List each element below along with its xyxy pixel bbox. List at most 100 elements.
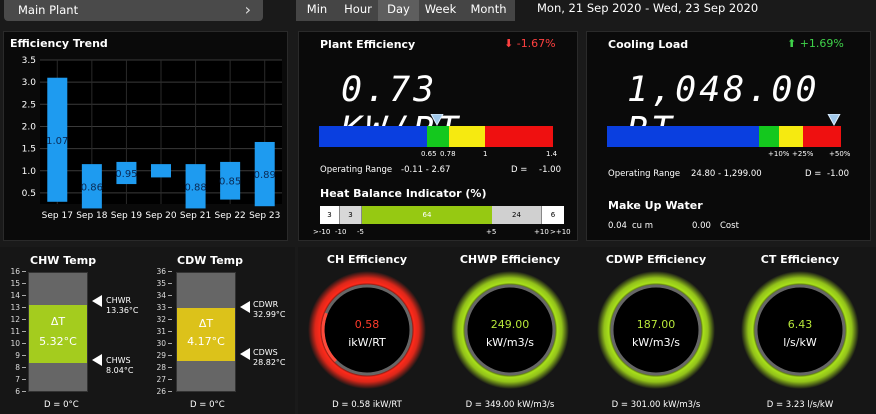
cl-scale-label-0: +10%	[768, 150, 790, 158]
temp-axis-tick: 32	[156, 315, 166, 324]
temp-axis-tick-mark	[22, 367, 26, 368]
gauge-d-value: D = 0.58 ikW/RT	[332, 400, 402, 410]
chw-delta-label: ΔT	[50, 315, 66, 328]
plant-selector-label: Main Plant	[18, 3, 79, 17]
gauge-value: 6.43	[787, 318, 813, 331]
trend-y-tick: 0.5	[22, 189, 36, 199]
gauge-value: 0.58	[354, 318, 380, 331]
cdw-temp-gauge: ΔT 4.17°C	[176, 272, 236, 392]
tab-hour[interactable]: Hour	[338, 0, 378, 21]
gauge-title: CH Efficiency	[326, 253, 408, 266]
gauge-title: CDWP Efficiency	[605, 253, 707, 266]
plant-efficiency-change-value: -1.67%	[516, 37, 556, 50]
trend-x-tick: Sep 23	[249, 211, 280, 221]
temp-axis-tick-mark	[168, 283, 172, 284]
trend-y-tick: 2.5	[22, 100, 36, 110]
cdws-name: CDWS	[253, 348, 278, 357]
trend-x-tick: Sep 22	[215, 211, 246, 221]
gauge-title: CHWP Efficiency	[459, 253, 561, 266]
cl-operating-range-value: 24.80 - 1,299.00	[691, 169, 762, 179]
hb-tick-2: -5	[357, 228, 364, 236]
trend-bar[interactable]	[151, 164, 171, 178]
trend-y-tick: 2.0	[22, 122, 37, 132]
gauge-unit: l/s/kW	[783, 336, 817, 349]
trend-bar-label: 0.88	[184, 182, 206, 193]
temp-axis-tick-mark	[22, 295, 26, 296]
gauge-value: 187.00	[636, 318, 676, 331]
trend-x-tick: Sep 18	[76, 211, 108, 221]
make-up-water-title: Make Up Water	[608, 199, 703, 212]
gauge-d-value: D = 349.00 kW/m3/s	[465, 400, 555, 410]
cdws-value: 28.82°C	[253, 358, 286, 367]
scale-label-2: 1	[483, 150, 488, 158]
cooling-load-panel: Cooling Load ⬆ +1.69% 1,048.00 RT +10% +…	[586, 31, 871, 241]
temp-axis-tick-mark	[22, 391, 26, 392]
cdw-delta-value: 4.17°C	[187, 335, 225, 348]
cl-operating-range-label: Operating Range	[608, 169, 681, 179]
temp-axis-tick-mark	[168, 331, 172, 332]
trend-x-tick: Sep 21	[180, 211, 211, 221]
temp-axis-tick: 31	[156, 327, 166, 336]
cdws-pointer-icon	[240, 348, 250, 360]
gauge-d-value: D = 3.23 l/s/kW	[766, 400, 834, 410]
temp-axis-tick-mark	[168, 307, 172, 308]
gauge-value: 249.00	[490, 318, 530, 331]
date-range: Mon, 21 Sep 2020 - Wed, 23 Sep 2020	[537, 1, 759, 15]
temp-axis-tick: 13	[10, 303, 20, 312]
d-value: -1.00	[539, 165, 561, 175]
cl-d-value: -1.00	[827, 169, 849, 179]
trend-x-tick: Sep 20	[145, 211, 177, 221]
cdw-d-value: D = 0°C	[190, 400, 225, 410]
trend-y-tick: 1.0	[22, 167, 37, 177]
hb-cell-0: 3	[320, 206, 340, 224]
chws-value: 8.04°C	[106, 366, 134, 375]
cooling-load-title: Cooling Load	[608, 38, 689, 51]
chw-temp-axis: 16 15 14 13 12 11 10 9 8 7 6	[2, 267, 26, 396]
temp-axis-tick: 11	[10, 327, 20, 336]
temp-axis-tick: 28	[156, 363, 166, 372]
temp-axis-tick: 36	[156, 267, 166, 276]
efficiency-trend-chart: 3.5 3.0 2.5 2.0 1.5 1.0 0.5 1.07 Sep 17 0.86 Sep 1…	[22, 56, 282, 221]
trend-bar-label: 0.86	[81, 182, 103, 193]
temp-axis-tick: 26	[156, 387, 166, 396]
temp-axis-tick-mark	[168, 379, 172, 380]
temp-axis-tick: 8	[15, 363, 20, 372]
temp-axis-tick: 35	[156, 279, 166, 288]
temp-axis-tick-mark	[168, 271, 172, 272]
temp-axis-tick-mark	[22, 379, 26, 380]
operating-range-label: Operating Range	[320, 165, 393, 175]
trend-y-tick: 1.5	[22, 145, 36, 155]
trend-bar-label: 0.89	[254, 170, 276, 181]
temp-axis-tick: 9	[15, 351, 20, 360]
gauge-unit: kW/m3/s	[631, 336, 681, 349]
trend-x-tick: Sep 19	[111, 211, 143, 221]
make-up-water-value: 0.04	[608, 221, 627, 231]
hb-cell-4: 6	[542, 206, 564, 224]
temp-axis-tick: 29	[156, 351, 166, 360]
plant-efficiency-title: Plant Efficiency	[320, 38, 416, 51]
cooling-load-change-value: +1.69%	[799, 37, 844, 50]
temp-axis-tick-mark	[168, 319, 172, 320]
temp-axis-tick: 34	[156, 291, 166, 300]
temp-axis-tick: 30	[156, 339, 166, 348]
trend-y-tick: 3.0	[22, 78, 37, 88]
plant-selector[interactable]: Main Plant ›	[4, 0, 263, 21]
chwr-value: 13.36°C	[106, 306, 139, 315]
tab-week[interactable]: Week	[419, 0, 462, 21]
temp-axis-tick: 15	[10, 279, 20, 288]
temp-axis-tick-mark	[22, 307, 26, 308]
tab-day[interactable]: Day	[378, 0, 419, 21]
temp-axis-tick: 33	[156, 303, 166, 312]
plant-efficiency-change: ⬇ -1.67%	[504, 37, 556, 50]
tab-min[interactable]: Min	[296, 0, 338, 21]
temp-axis-tick-mark	[168, 355, 172, 356]
tab-month[interactable]: Month	[462, 0, 515, 21]
hb-tick-1: -10	[335, 228, 347, 236]
gauge-unit: ikW/RT	[348, 336, 386, 349]
chevron-right-icon[interactable]: ›	[245, 0, 251, 19]
temp-axis-tick-mark	[22, 331, 26, 332]
make-up-water-cost-value: 0.00	[692, 221, 711, 231]
hb-tick-5: >+10	[550, 228, 571, 236]
efficiency-trend-title: Efficiency Trend	[10, 37, 108, 50]
gauge-d-value: D = 301.00 kW/m3/s	[611, 400, 701, 410]
